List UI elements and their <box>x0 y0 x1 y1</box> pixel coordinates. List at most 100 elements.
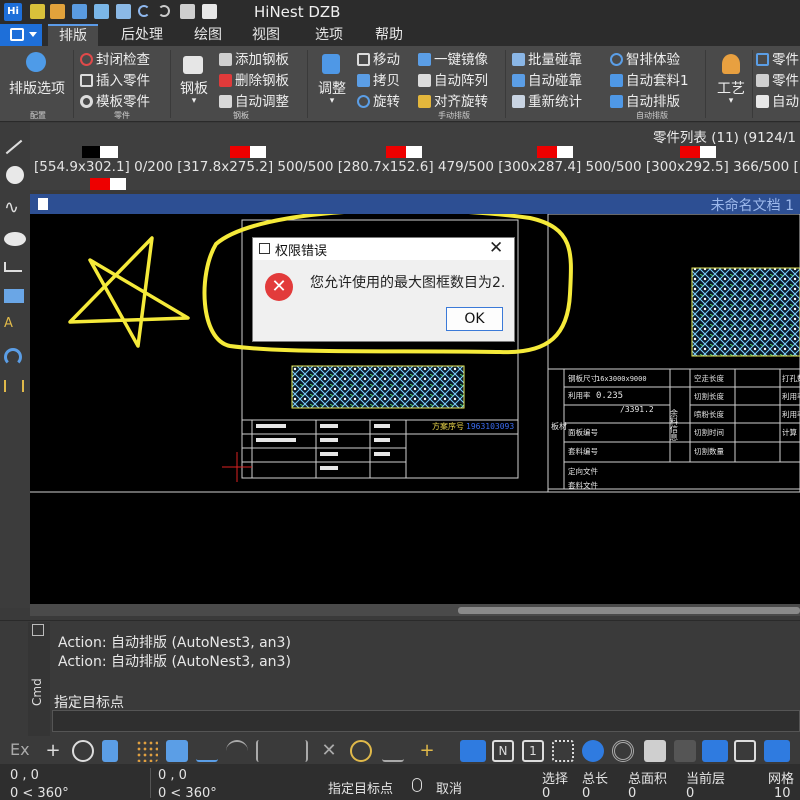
undo-icon[interactable] <box>138 5 150 17</box>
chevron-down-icon[interactable]: ▾ <box>725 96 737 106</box>
part-thumbnail[interactable] <box>537 146 573 158</box>
polyline-tool-icon[interactable] <box>4 262 22 272</box>
tab-nesting[interactable]: 排版 <box>48 24 98 46</box>
arc-tool-icon[interactable] <box>4 348 22 366</box>
intersect-snap-icon[interactable] <box>256 740 278 762</box>
select-box-icon[interactable] <box>552 740 574 762</box>
zoom-target-icon[interactable] <box>582 740 604 762</box>
recount-label: 重新统计 <box>528 94 582 110</box>
part-thumbnail[interactable] <box>680 146 716 158</box>
plate-size-label: 钢板尺寸 <box>568 373 598 383</box>
total-area-label: 总面积 <box>628 772 668 787</box>
align-rotate-button[interactable]: 对齐旋转 <box>418 93 488 111</box>
document-name[interactable]: 未命名文档 1 <box>711 195 794 215</box>
open-folder-icon[interactable] <box>50 4 65 19</box>
target-snap-icon[interactable] <box>72 740 94 762</box>
layout-icon[interactable] <box>764 740 790 762</box>
application-menu-button[interactable] <box>0 24 42 46</box>
line-style-icon[interactable] <box>702 740 728 762</box>
rate-label-3: 利用率 <box>782 409 800 419</box>
grid-dots-icon[interactable] <box>136 740 158 762</box>
batch-bump-icon <box>512 53 525 66</box>
tshirt-icon[interactable] <box>202 4 217 19</box>
refresh-icon[interactable] <box>734 740 756 762</box>
rotate-button[interactable]: 旋转 <box>357 93 400 111</box>
part-thumbnail[interactable] <box>230 146 266 158</box>
crosshair-snap-icon[interactable]: + <box>42 740 64 762</box>
tab-help[interactable]: 帮助 <box>369 24 409 46</box>
cancel-button[interactable]: 取消 <box>436 778 462 797</box>
scrollbar-thumb[interactable] <box>458 607 800 614</box>
tab-view[interactable]: 视图 <box>246 24 286 46</box>
center-snap-icon[interactable] <box>350 740 372 762</box>
spline-tool-icon[interactable]: ∿ <box>4 197 26 219</box>
delete-plate-label: 删除钢板 <box>235 73 289 89</box>
command-input[interactable] <box>52 710 800 732</box>
midpoint-snap-icon[interactable] <box>196 740 218 762</box>
auto-adjust-button[interactable]: 自动调整 <box>219 93 289 111</box>
batch-bump-button[interactable]: 批量碰靠 <box>512 51 582 69</box>
print-icon[interactable] <box>180 4 195 19</box>
closed-check-button[interactable]: 封闭检查 <box>80 51 150 69</box>
part-link-button[interactable]: 零件 <box>756 51 799 69</box>
ok-button[interactable]: OK <box>446 307 503 331</box>
auto-nest-button[interactable]: 自动排版 <box>610 93 680 111</box>
tab-draw[interactable]: 绘图 <box>188 24 228 46</box>
printer-icon[interactable] <box>644 740 666 762</box>
add-plate-label: 添加钢板 <box>235 52 289 68</box>
new-file-icon[interactable] <box>30 4 45 19</box>
auto-bump-icon <box>512 74 525 87</box>
chevron-down-icon[interactable]: ▾ <box>188 96 200 106</box>
part-list-button[interactable]: 零件 <box>756 72 799 90</box>
auto-array-button[interactable]: 自动阵列 <box>418 72 488 90</box>
dwg-export-icon[interactable] <box>116 4 131 19</box>
arc-snap-icon[interactable] <box>226 740 248 762</box>
dimension-tool-icon[interactable] <box>4 380 24 392</box>
nest-options-button[interactable]: 排版选项 <box>4 78 70 98</box>
recount-button[interactable]: 重新统计 <box>512 93 582 111</box>
endpoint-snap-icon[interactable] <box>166 740 188 762</box>
smart-nest-trial-button[interactable]: 智排体验 <box>610 51 680 69</box>
move-button[interactable]: 移动 <box>357 51 400 69</box>
template-part-button[interactable]: 模板零件 <box>80 93 150 111</box>
chevron-down-icon[interactable]: ▾ <box>326 96 338 106</box>
cross-snap-icon[interactable]: ✕ <box>318 740 340 762</box>
text-tool-icon[interactable]: A <box>4 316 26 338</box>
save-icon[interactable] <box>72 4 87 19</box>
close-icon[interactable] <box>32 624 44 636</box>
part-thumbnail[interactable] <box>82 146 118 158</box>
copy-button[interactable]: 拷贝 <box>357 72 400 90</box>
auto-number-button[interactable]: 自动 <box>756 93 799 111</box>
mirror-button[interactable]: 一键镜像 <box>418 51 488 69</box>
adjust-button[interactable]: 调整 <box>314 78 350 98</box>
circle-tool-icon[interactable] <box>6 166 24 184</box>
ellipse-tool-icon[interactable] <box>4 232 26 246</box>
parts-list-row[interactable]: [554.9x302.1] 0/200 [317.8x275.2] 500/50… <box>34 159 800 175</box>
perpendicular-snap-icon[interactable] <box>286 740 308 762</box>
plate-size-value: 16x3000x9000 <box>596 375 647 383</box>
n-toggle-icon[interactable]: N <box>492 740 514 762</box>
tab-postprocess[interactable]: 后处理 <box>112 24 172 46</box>
tangent-snap-icon[interactable] <box>382 740 404 762</box>
part-thumbnail[interactable] <box>386 146 422 158</box>
add-plate-button[interactable]: 添加钢板 <box>219 51 289 69</box>
part-thumbnail[interactable] <box>90 178 126 190</box>
sort-icon[interactable] <box>460 740 486 762</box>
stamp-icon[interactable] <box>674 740 696 762</box>
auto-kit-button[interactable]: 自动套料1 <box>610 72 689 90</box>
one-toggle-icon[interactable]: 1 <box>522 740 544 762</box>
close-icon[interactable]: ✕ <box>489 238 503 258</box>
ortho-icon[interactable]: + <box>416 740 438 762</box>
pencil-icon[interactable] <box>102 740 118 762</box>
redo-icon[interactable] <box>158 5 170 17</box>
delete-plate-button[interactable]: 删除钢板 <box>219 72 289 90</box>
craft-button[interactable]: 工艺 <box>712 78 750 98</box>
save-as-icon[interactable] <box>94 4 109 19</box>
tab-options[interactable]: 选项 <box>309 24 349 46</box>
rectangle-tool-icon[interactable] <box>4 289 24 303</box>
plate-button[interactable]: 钢板 <box>176 78 212 98</box>
spiral-icon[interactable] <box>612 740 634 762</box>
auto-bump-button[interactable]: 自动碰靠 <box>512 72 582 90</box>
insert-part-button[interactable]: 插入零件 <box>80 72 150 90</box>
ex-label: Ex <box>10 740 30 759</box>
